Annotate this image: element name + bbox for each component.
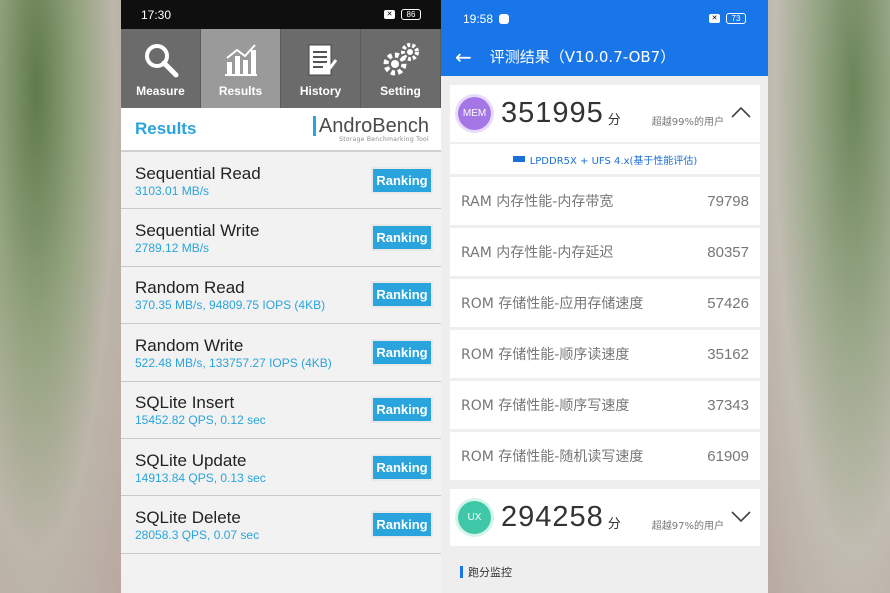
status-bar: 19:58 ✕ 73 [441,0,768,37]
result-row-sqlite-delete: SQLite Delete 28058.3 QPS, 0.07 sec Rank… [121,496,441,554]
results-title: Results [135,119,197,138]
result-value: 15452.82 QPS, 0.12 sec [135,413,266,428]
score-row-value: 37343 [707,396,749,414]
score-row: RAM 内存性能-内存延迟 80357 [450,228,760,276]
back-arrow-icon[interactable]: ← [455,47,472,67]
score-row-label: ROM 存储性能-顺序写速度 [461,398,630,414]
result-row-sqlite-insert: SQLite Insert 15452.82 QPS, 0.12 sec Ran… [121,381,441,439]
mem-score-card[interactable]: MEM 351995 分 超越99%的用户 [450,85,760,142]
app-notification-icon [499,13,510,24]
score-row-label: RAM 内存性能-内存延迟 [461,245,614,261]
logo-text: AndroBench [312,115,429,136]
result-value: 522.48 MB/s, 133757.27 IOPS (4KB) [135,355,332,370]
result-row-sequential-write: Sequential Write 2789.12 MB/s Ranking [121,209,441,267]
score-row-value: 61909 [707,447,749,465]
battery-icon: 73 [726,13,746,24]
monitor-label: 跑分监控 [468,566,512,579]
tab-results-label: Results [218,84,263,98]
score-row-label: ROM 存储性能-随机读写速度 [461,449,644,465]
tab-results[interactable]: Results [201,29,281,108]
result-row-random-write: Random Write 522.48 MB/s, 133757.27 IOPS… [121,324,441,382]
result-row-sqlite-update: SQLite Update 14913.84 QPS, 0.13 sec Ran… [121,438,441,497]
score-row-value: 35162 [707,345,749,363]
chip-icon [512,156,525,162]
score-row-label: ROM 存储性能-应用存储速度 [461,296,644,312]
score-row-value: 80357 [707,243,749,261]
memory-config-text: LPDDR5X + UFS 4.x(基于性能评估) [529,155,698,167]
notification-icon: ✕ [709,14,720,23]
result-row-sequential-read: Sequential Read 3103.01 MB/s Ranking [121,152,441,210]
score-row: ROM 存储性能-顺序读速度 35162 [450,330,760,378]
bar-chart-icon [224,44,257,76]
result-name: Sequential Read [135,163,261,183]
result-name: SQLite Update [135,450,247,470]
mem-score: 351995 [501,97,604,129]
status-time: 19:58 [463,11,494,26]
tab-setting[interactable]: Setting [361,29,441,108]
score-row-value: 79798 [707,192,749,210]
battery-icon: 86 [401,9,421,20]
result-name: SQLite Insert [135,393,235,413]
background-right [768,0,890,593]
androbench-screen: 17:30 ✕ 86 Measure Results History Setti… [121,0,441,593]
section-marker [460,566,463,578]
ranking-button[interactable]: Ranking [371,511,433,539]
ux-score: 294258 [501,501,604,533]
tab-history-label: History [299,84,342,98]
notification-icon: ✕ [384,10,395,19]
chevron-down-icon[interactable] [730,509,752,523]
tab-bar: Measure Results History Setting [121,29,441,108]
result-name: Random Write [135,335,244,355]
memory-config-label: LPDDR5X + UFS 4.x(基于性能评估) [450,144,760,174]
result-row-random-read: Random Read 370.35 MB/s, 94809.75 IOPS (… [121,266,441,325]
result-name: Sequential Write [135,221,260,241]
ranking-button[interactable]: Ranking [371,281,433,309]
background-left [0,0,121,593]
app-header: ← 评测结果（V10.0.7-OB7） [441,37,768,76]
score-row-label: ROM 存储性能-顺序读速度 [461,347,630,363]
result-name: Random Read [135,278,245,298]
result-value: 2789.12 MB/s [135,241,210,256]
score-row: ROM 存储性能-顺序写速度 37343 [450,381,760,429]
ux-badge: UX [458,501,491,534]
mem-percentile: 超越99%的用户 [651,117,724,128]
score-unit: 分 [607,517,621,532]
result-name: SQLite Delete [135,508,241,528]
androbench-logo: AndroBench Storage Benchmarking Tool [312,115,429,143]
status-bar: 17:30 ✕ 86 [121,0,441,29]
logo-subtitle: Storage Benchmarking Tool [339,135,429,143]
ux-score-card[interactable]: UX 294258 分 超越97%的用户 [450,489,760,546]
score-row: ROM 存储性能-随机读写速度 61909 [450,432,760,480]
ranking-button[interactable]: Ranking [371,396,433,424]
ranking-button[interactable]: Ranking [371,166,433,194]
result-value: 3103.01 MB/s [135,183,210,198]
search-icon [144,44,178,78]
result-value: 370.35 MB/s, 94809.75 IOPS (4KB) [135,298,326,313]
tab-setting-label: Setting [380,84,421,98]
score-row-label: RAM 内存性能-内存带宽 [461,194,614,210]
document-icon [308,44,337,76]
page-title: 评测结果（V10.0.7-OB7） [489,48,676,66]
result-value: 14913.84 QPS, 0.13 sec [135,470,266,485]
results-header: Results AndroBench Storage Benchmarking … [121,108,441,152]
ux-percentile: 超越97%的用户 [651,521,724,532]
chevron-up-icon[interactable] [730,105,752,119]
score-row: RAM 内存性能-内存带宽 79798 [450,177,760,225]
score-row: ROM 存储性能-应用存储速度 57426 [450,279,760,327]
score-unit: 分 [607,113,621,128]
mem-badge: MEM [458,97,491,130]
score-row-value: 57426 [707,294,749,312]
tab-history[interactable]: History [281,29,361,108]
tab-measure-label: Measure [136,84,185,98]
monitor-section-title: 跑分监控 [450,564,760,580]
tab-measure[interactable]: Measure [121,29,201,108]
gear-icon [383,43,419,76]
status-time: 17:30 [141,7,172,22]
result-value: 28058.3 QPS, 0.07 sec [135,528,260,543]
ranking-button[interactable]: Ranking [371,338,433,366]
ranking-button[interactable]: Ranking [371,453,433,481]
antutu-screen: 19:58 ✕ 73 ← 评测结果（V10.0.7-OB7） MEM 35199… [441,0,768,593]
ranking-button[interactable]: Ranking [371,224,433,252]
